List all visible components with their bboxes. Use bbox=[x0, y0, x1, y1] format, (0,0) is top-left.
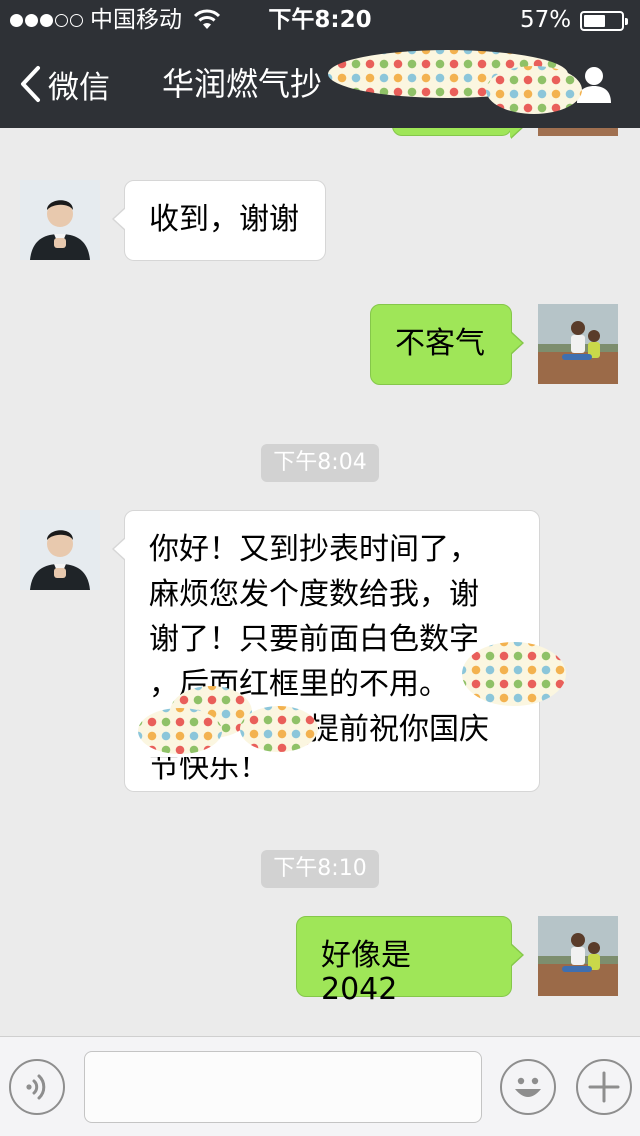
message-line: 你好！又到抄表时间了， bbox=[149, 532, 479, 567]
avatar-photo-contact bbox=[20, 510, 100, 590]
avatar-photo-self bbox=[538, 304, 618, 384]
emoji-icon bbox=[515, 1077, 541, 1097]
emoji-button[interactable] bbox=[500, 1059, 556, 1115]
avatar-self[interactable] bbox=[538, 304, 618, 384]
message-bubble-outgoing[interactable]: 好像是2042 bbox=[296, 916, 524, 1007]
message-line: 谢了！只要前面白色数字 bbox=[149, 622, 479, 657]
plus-icon bbox=[588, 1071, 620, 1103]
voice-button[interactable] bbox=[9, 1059, 65, 1115]
more-button[interactable] bbox=[576, 1059, 632, 1115]
avatar-self[interactable] bbox=[538, 916, 618, 996]
message-bubble-outgoing[interactable]: 不客气 bbox=[370, 304, 524, 385]
status-bar: 中国移动 下午8:20 57% bbox=[0, 0, 640, 40]
timestamp-label: 下午8:04 bbox=[261, 444, 379, 482]
avatar-photo-contact bbox=[20, 180, 100, 260]
message-text: 不客气 bbox=[395, 326, 485, 361]
avatar-contact[interactable] bbox=[20, 180, 100, 260]
message-line-partial: 提前祝你国庆 bbox=[309, 712, 489, 747]
redaction-blot bbox=[240, 706, 318, 752]
timestamp: 下午8:04 bbox=[0, 444, 640, 482]
redaction-blot bbox=[486, 66, 582, 114]
message-text: 好像是2042 bbox=[321, 938, 411, 1007]
message-text: 收到，谢谢 bbox=[149, 202, 299, 237]
timestamp: 下午8:10 bbox=[0, 850, 640, 888]
voice-icon bbox=[26, 1074, 46, 1100]
battery-percent: 57% bbox=[520, 7, 572, 33]
person-icon[interactable] bbox=[576, 64, 612, 104]
battery-icon bbox=[580, 11, 628, 31]
message-line: 节快乐！ bbox=[149, 750, 269, 785]
page-title: 华润燃气抄 bbox=[162, 65, 323, 103]
back-button[interactable]: 微信 bbox=[18, 62, 110, 106]
avatar-photo-self bbox=[538, 128, 618, 136]
message-input[interactable] bbox=[84, 1051, 482, 1123]
avatar-contact[interactable] bbox=[20, 510, 100, 590]
message-bubble-cut[interactable] bbox=[392, 128, 524, 139]
avatar-self[interactable] bbox=[538, 128, 618, 136]
avatar-photo-self bbox=[538, 916, 618, 996]
chat-area[interactable]: 收到，谢谢 不客气 下午8:04 你好！又到抄表时间了， 麻烦您发个度数给我，谢… bbox=[0, 128, 640, 1036]
message-line: 麻烦您发个度数给我，谢 bbox=[149, 577, 479, 612]
redaction-blot bbox=[138, 708, 222, 754]
input-bar bbox=[0, 1036, 640, 1136]
chevron-left-icon bbox=[21, 66, 40, 102]
timestamp-label: 下午8:10 bbox=[261, 850, 379, 888]
message-bubble-incoming[interactable]: 收到，谢谢 bbox=[112, 180, 326, 261]
back-label: 微信 bbox=[48, 69, 110, 106]
redaction-blot bbox=[462, 642, 566, 706]
